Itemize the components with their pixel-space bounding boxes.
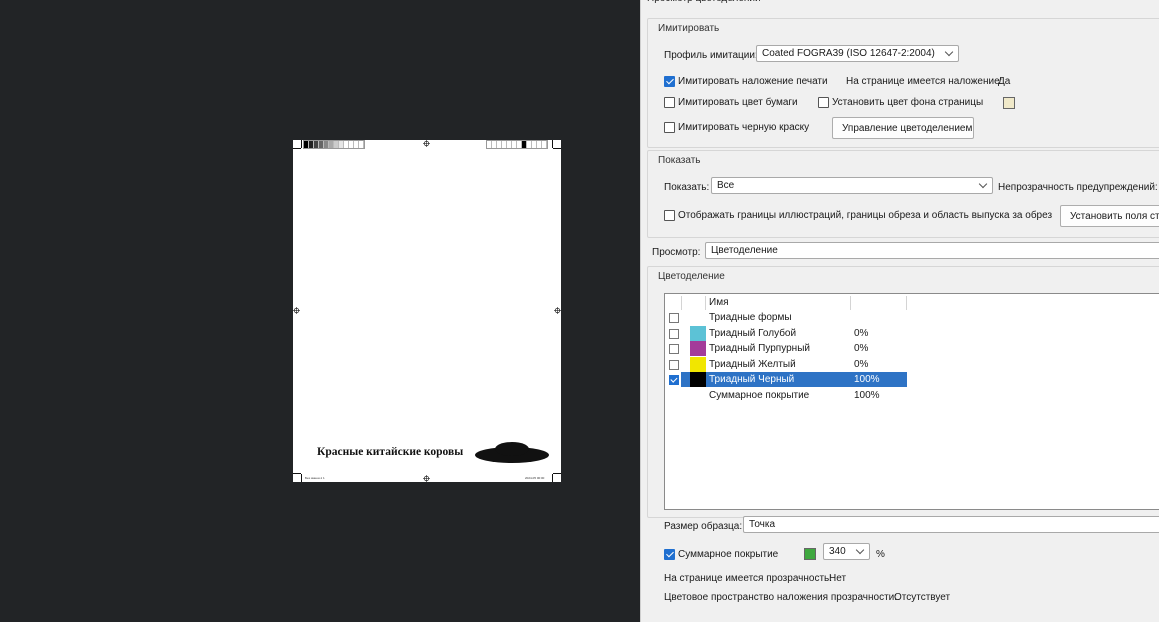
crop-mark: [552, 140, 553, 148]
document-page: Красные китайские коровы Без имени-1 1 2…: [293, 140, 561, 482]
warning-opacity-label: Непрозрачность предупреждений:: [998, 182, 1158, 193]
separations-group-title: Цветоделение: [657, 271, 726, 282]
page-transparency-label: На странице имеется прозрачность:: [664, 573, 833, 584]
grayscale-bar-right: [486, 140, 548, 149]
ufo-illustration-icon: [475, 442, 549, 463]
separation-row[interactable]: Триадный Пурпурный 0%: [665, 341, 1159, 357]
simulation-profile-value: Coated FOGRA39 (ISO 12647-2:2004): [762, 48, 935, 59]
separation-checkbox[interactable]: [669, 328, 679, 339]
ink-color-swatch: [690, 372, 706, 388]
crop-mark: [301, 474, 302, 482]
sample-size-value: Точка: [749, 519, 776, 530]
column-separator: [681, 296, 682, 310]
simulate-group-title: Имитировать: [657, 23, 721, 34]
registration-mark-left-icon: [293, 307, 300, 314]
crop-mark: [301, 140, 302, 148]
separation-percent: 100%: [854, 390, 880, 401]
separation-row[interactable]: Триадный Черный 100%: [665, 372, 1159, 388]
show-value: Все: [717, 180, 735, 191]
separation-name: Триадный Черный: [709, 374, 795, 386]
registration-mark-bottom-icon: [423, 475, 430, 482]
ink-color-swatch: [690, 356, 706, 372]
show-label: Показать:: [664, 182, 710, 193]
column-separator: [906, 296, 907, 310]
registration-mark-right-icon: [554, 307, 561, 314]
preview-select[interactable]: Цветоделение: [705, 242, 1159, 259]
total-coverage-checkbox[interactable]: [664, 549, 675, 560]
set-page-background-label: Установить цвет фона страницы: [832, 97, 984, 108]
chevron-down-icon: [855, 545, 865, 555]
separation-percent: 100%: [854, 374, 880, 386]
separation-percent: 0%: [854, 343, 869, 355]
simulate-black-ink-label: Имитировать черную краску: [678, 122, 810, 133]
simulate-paper-color-label: Имитировать цвет бумаги: [678, 97, 798, 108]
total-coverage-value: 340: [829, 546, 846, 557]
crop-mark: [553, 148, 561, 149]
separation-name: Триадный Голубой: [709, 327, 797, 339]
total-coverage-unit: %: [876, 549, 885, 560]
preview-value: Цветоделение: [711, 245, 778, 256]
chevron-down-icon: [978, 179, 988, 189]
blend-space-label: Цветовое пространство наложения прозрачн…: [664, 592, 898, 603]
separation-row[interactable]: Триадный Голубой 0%: [665, 325, 1159, 341]
registration-mark-top-icon: [423, 140, 430, 147]
blend-space-value: Отсутствует: [894, 592, 951, 603]
show-art-trim-bleed-boxes-label: Отображать границы иллюстраций, границы …: [678, 210, 1053, 221]
sample-size-label: Размер образца:: [664, 521, 743, 532]
page-transparency-value: Нет: [829, 573, 847, 584]
page-background-color-swatch[interactable]: [1003, 97, 1015, 109]
simulate-overprint-label: Имитировать наложение печати: [678, 76, 828, 87]
chevron-down-icon: [944, 47, 954, 57]
total-coverage-color-swatch[interactable]: [804, 548, 816, 560]
set-page-background-checkbox[interactable]: [818, 97, 829, 108]
separations-list: Имя Триадные формы Триадный Голубой 0% Триа…: [664, 293, 1159, 510]
output-preview-panel: Просмотр цветоделений Имитировать Профил…: [640, 0, 1159, 622]
simulate-black-ink-checkbox[interactable]: [664, 122, 675, 133]
show-select[interactable]: Все: [711, 177, 993, 194]
simulation-profile-select[interactable]: Coated FOGRA39 (ISO 12647-2:2004): [756, 45, 959, 62]
column-separator: [705, 296, 706, 310]
show-art-trim-bleed-boxes-checkbox[interactable]: [664, 210, 675, 221]
separation-checkbox[interactable]: [669, 359, 679, 370]
dialog-title: Просмотр цветоделений: [641, 0, 1159, 9]
total-coverage-label: Суммарное покрытие: [678, 549, 779, 560]
page-overprint-label: На странице имеется наложение:: [846, 76, 1003, 87]
crop-mark: [553, 473, 561, 474]
separation-row[interactable]: Триадные формы: [665, 310, 1159, 325]
slug-right: 2024-05 00:00: [525, 476, 545, 480]
separation-name: Триадный Желтый: [709, 358, 796, 370]
separation-name: Суммарное покрытие: [709, 390, 810, 401]
ink-color-swatch: [690, 325, 706, 341]
separation-percent: 0%: [854, 358, 869, 370]
crop-mark: [293, 473, 301, 474]
ink-color-swatch: [690, 341, 706, 357]
document-canvas: Красные китайские коровы Без имени-1 1 2…: [0, 0, 640, 622]
slug-left: Без имени-1 1: [305, 476, 325, 480]
preview-label: Просмотр:: [652, 247, 701, 258]
separation-row[interactable]: Триадный Желтый 0%: [665, 356, 1159, 372]
sample-size-select[interactable]: Точка: [743, 516, 1159, 533]
column-header-name: Имя: [709, 297, 729, 308]
separation-row[interactable]: Суммарное покрытие 100%: [665, 388, 1159, 403]
separation-name: Триадный Пурпурный: [709, 343, 810, 355]
ink-manager-button[interactable]: Управление цветоделением: [832, 117, 974, 139]
simulate-paper-color-checkbox[interactable]: [664, 97, 675, 108]
column-separator: [850, 296, 851, 310]
separation-checkbox[interactable]: [669, 375, 679, 386]
grayscale-bar-left: [303, 140, 365, 149]
crop-mark: [552, 474, 553, 482]
document-title: Красные китайские коровы: [317, 446, 464, 458]
separation-checkbox[interactable]: [669, 344, 679, 355]
page-overprint-value: Да: [998, 76, 1011, 87]
show-group-title: Показать: [657, 155, 702, 166]
simulate-overprint-checkbox[interactable]: [664, 76, 675, 87]
crop-mark: [293, 148, 301, 149]
separation-percent: 0%: [854, 327, 869, 339]
profile-label: Профиль имитации:: [664, 50, 758, 61]
separation-checkbox[interactable]: [669, 313, 679, 323]
separation-name: Триадные формы: [709, 312, 792, 323]
separations-list-header: Имя: [665, 294, 1159, 310]
set-page-margins-button[interactable]: Установить поля страницы: [1060, 205, 1159, 227]
total-coverage-value-select[interactable]: 340: [823, 543, 870, 560]
